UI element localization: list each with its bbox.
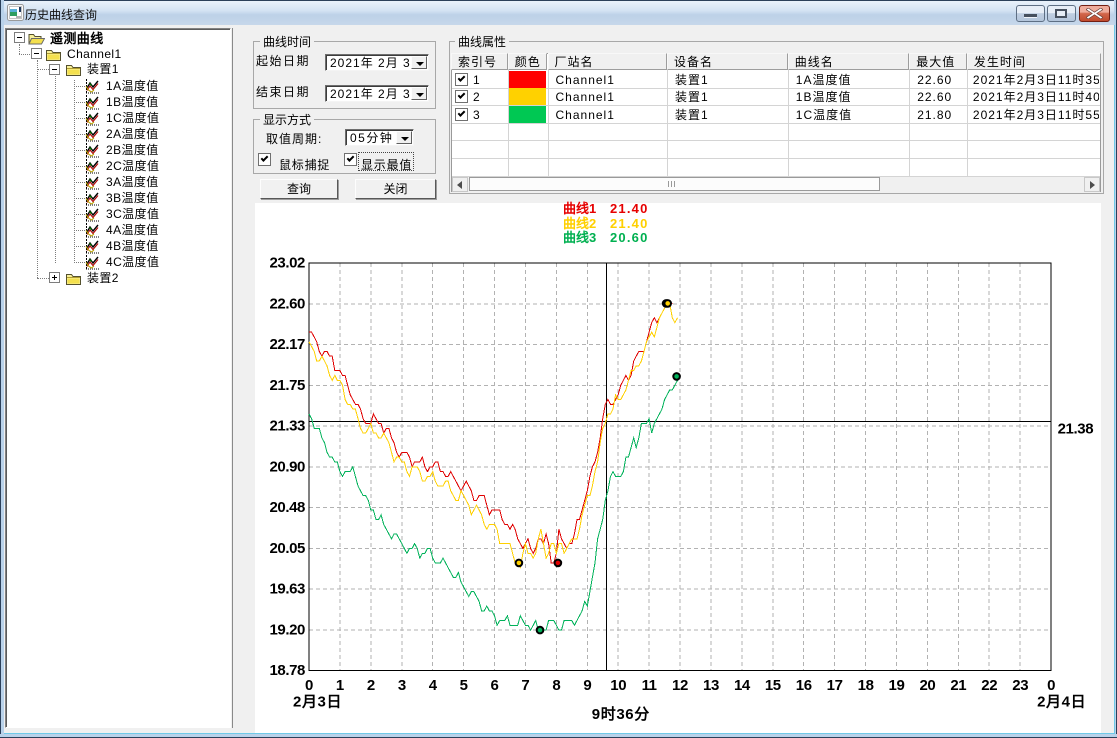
- svg-text:20.05: 20.05: [269, 537, 305, 558]
- svg-text:12: 12: [672, 674, 688, 695]
- svg-text:10: 10: [610, 674, 626, 695]
- svg-text:21.75: 21.75: [269, 374, 305, 395]
- svg-text:18.78: 18.78: [269, 659, 305, 680]
- svg-text:16: 16: [796, 674, 812, 695]
- svg-text:19: 19: [889, 674, 905, 695]
- svg-text:14: 14: [734, 674, 751, 695]
- svg-text:22.60: 22.60: [269, 292, 305, 313]
- svg-text:20: 20: [919, 674, 935, 695]
- svg-text:2: 2: [367, 674, 375, 695]
- svg-text:9: 9: [583, 674, 591, 695]
- svg-text:20.90: 20.90: [269, 455, 305, 476]
- svg-text:5: 5: [460, 674, 468, 695]
- svg-text:18: 18: [858, 674, 874, 695]
- svg-text:22.17: 22.17: [269, 333, 305, 354]
- svg-text:11: 11: [642, 674, 657, 695]
- svg-text:23: 23: [1012, 674, 1028, 695]
- svg-text:2月3日: 2月3日: [293, 691, 342, 712]
- svg-text:13: 13: [703, 674, 719, 695]
- svg-text:21: 21: [950, 674, 966, 695]
- svg-text:17: 17: [827, 674, 843, 695]
- svg-text:6: 6: [491, 674, 499, 695]
- svg-text:4: 4: [429, 674, 438, 695]
- svg-text:19.20: 19.20: [269, 618, 305, 639]
- svg-text:7: 7: [521, 674, 529, 695]
- svg-text:21.38: 21.38: [1058, 418, 1094, 439]
- svg-text:23.02: 23.02: [269, 252, 305, 273]
- svg-text:19.63: 19.63: [269, 578, 305, 599]
- svg-text:21.33: 21.33: [269, 415, 305, 436]
- svg-text:3: 3: [398, 674, 406, 695]
- svg-text:8: 8: [552, 674, 560, 695]
- svg-text:22: 22: [981, 674, 997, 695]
- svg-text:2月4日: 2月4日: [1037, 691, 1086, 712]
- svg-text:20.48: 20.48: [269, 496, 305, 517]
- svg-text:9时36分: 9时36分: [592, 703, 650, 724]
- svg-text:15: 15: [765, 674, 781, 695]
